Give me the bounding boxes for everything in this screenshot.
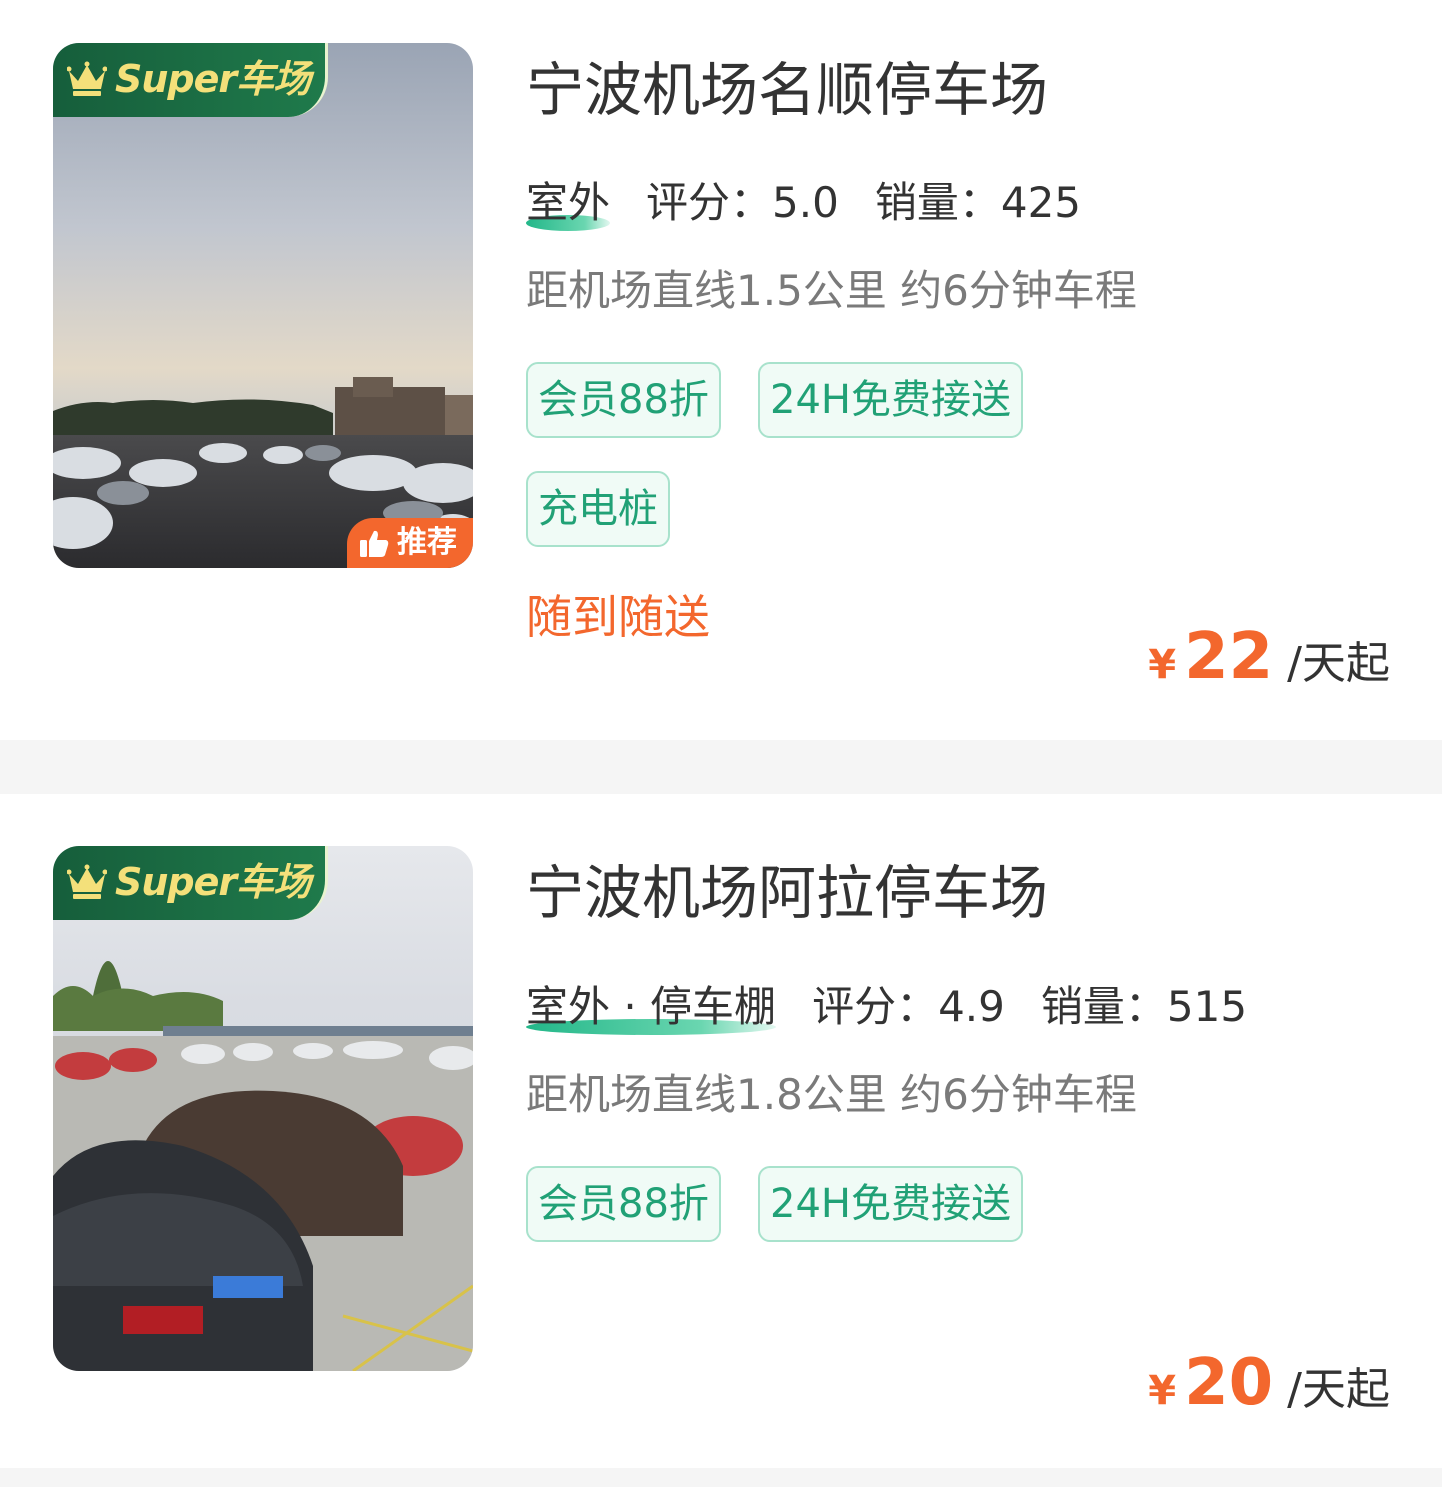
super-parking-label: Super车场	[115, 860, 311, 904]
sales-label: 销量：	[874, 178, 1001, 227]
super-parking-badge: Super车场	[53, 846, 328, 920]
tag-charging-station: 充电桩	[526, 471, 670, 547]
parking-listing-card[interactable]: Super车场 推荐 宁波机场名顺停车场 室外 评分：5.0 销量：425 距机…	[0, 0, 1442, 740]
rating-value: 4.9	[938, 982, 1005, 1031]
price: ¥ 22 /天起	[1148, 620, 1390, 694]
sales-value: 515	[1166, 982, 1248, 1031]
crown-icon	[67, 864, 107, 899]
sales: 销量：425	[875, 177, 1081, 229]
rating-label: 评分：	[646, 178, 773, 227]
parking-listing-card[interactable]: Super车场 宁波机场阿拉停车场 室外 · 停车棚 评分：4.9 销量：515…	[0, 794, 1442, 1468]
recommend-badge: 推荐	[347, 518, 473, 568]
rating: 评分：4.9	[812, 981, 1005, 1033]
parking-lot-image	[53, 43, 473, 568]
parking-lot-image	[53, 846, 473, 1371]
sales-label: 销量：	[1040, 982, 1167, 1031]
price-unit: /天起	[1287, 638, 1390, 689]
super-parking-badge: Super车场	[53, 43, 328, 117]
price: ¥ 20 /天起	[1148, 1346, 1390, 1420]
parking-meta: 室外 · 停车棚 评分：4.9 销量：515	[526, 981, 1247, 1035]
tag-member-discount: 会员88折	[526, 1166, 721, 1242]
distance-info: 距机场直线1.5公里 约6分钟车程	[526, 266, 1137, 315]
rating-value: 5.0	[772, 178, 839, 227]
currency-symbol: ¥	[1148, 1368, 1177, 1414]
price-amount: 22	[1184, 620, 1274, 694]
parking-type-label: 室外 · 停车棚	[526, 982, 777, 1031]
parking-meta: 室外 评分：5.0 销量：425	[526, 177, 1081, 231]
price-amount: 20	[1184, 1346, 1274, 1420]
rating: 评分：5.0	[646, 177, 839, 229]
crown-icon	[67, 61, 107, 96]
parking-photo[interactable]: Super车场 推荐	[53, 43, 473, 568]
price-unit: /天起	[1287, 1364, 1390, 1415]
parking-title[interactable]: 宁波机场名顺停车场	[526, 55, 1048, 125]
parking-type: 室外 · 停车棚	[526, 981, 777, 1035]
tag-free-shuttle: 24H免费接送	[758, 362, 1023, 438]
service-slogan: 随到随送	[526, 590, 710, 644]
currency-symbol: ¥	[1148, 642, 1177, 688]
tag-free-shuttle: 24H免费接送	[758, 1166, 1023, 1242]
parking-title[interactable]: 宁波机场阿拉停车场	[526, 858, 1048, 928]
sales: 销量：515	[1041, 981, 1247, 1033]
tag-member-discount: 会员88折	[526, 362, 721, 438]
recommend-label: 推荐	[397, 525, 457, 560]
parking-type-label: 室外	[526, 178, 611, 227]
thumbs-up-icon	[360, 530, 389, 557]
parking-photo[interactable]: Super车场	[53, 846, 473, 1371]
parking-type: 室外	[526, 177, 611, 231]
rating-label: 评分：	[812, 982, 939, 1031]
super-parking-label: Super车场	[115, 57, 311, 101]
sales-value: 425	[1000, 178, 1082, 227]
distance-info: 距机场直线1.8公里 约6分钟车程	[526, 1070, 1137, 1119]
